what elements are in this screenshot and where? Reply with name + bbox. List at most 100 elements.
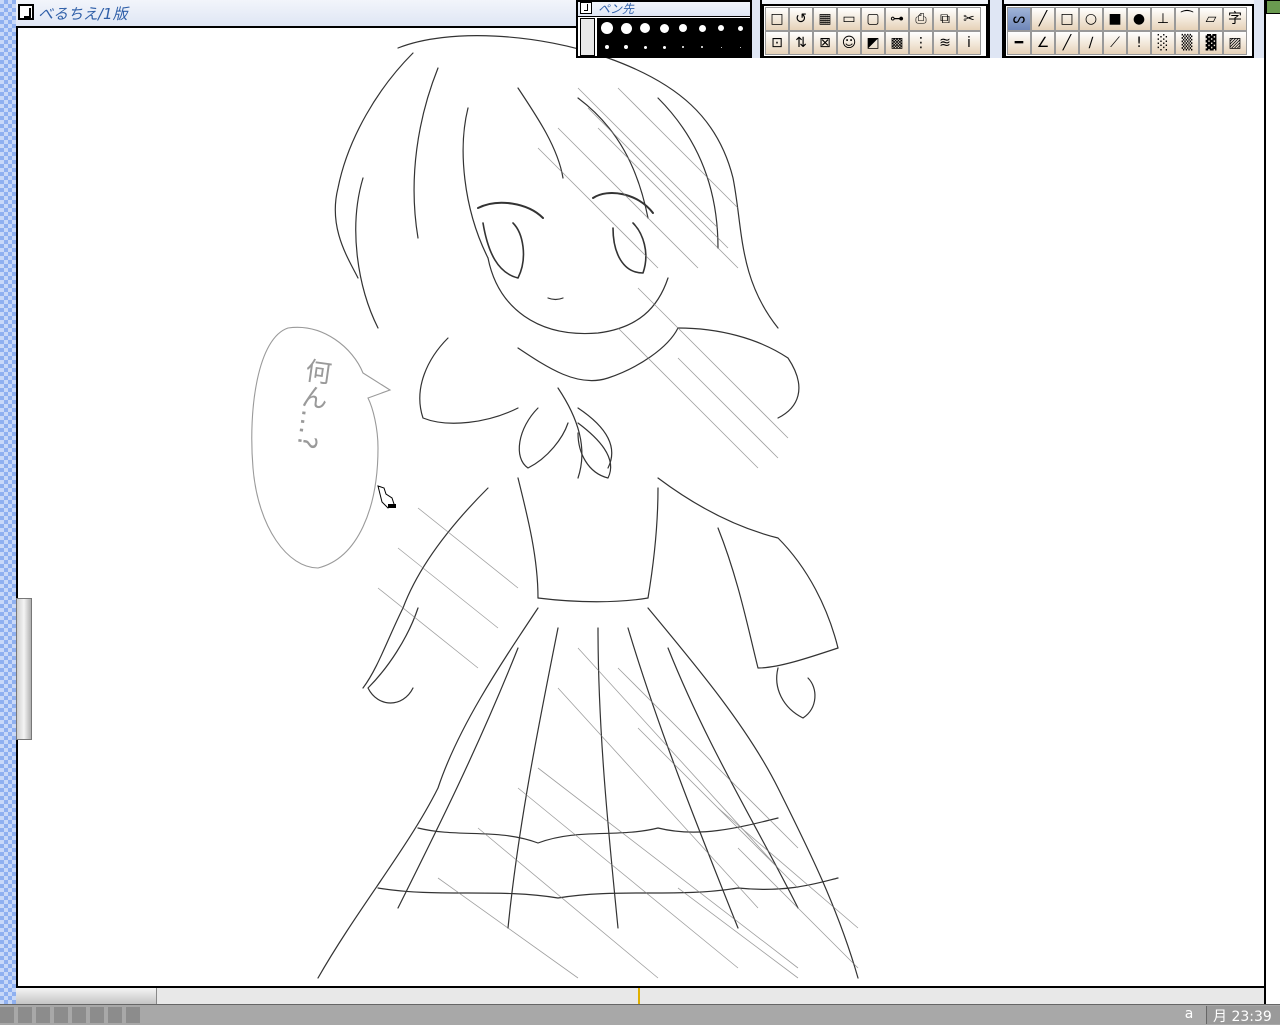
draw-tool-button[interactable]: ╱ bbox=[1031, 7, 1055, 31]
taskbar-item[interactable] bbox=[108, 1007, 122, 1023]
pen-size-option[interactable] bbox=[693, 19, 711, 37]
window-title: べるちえ/1版 bbox=[38, 5, 128, 23]
tool-button[interactable]: ⋮ bbox=[909, 31, 933, 55]
tool-button[interactable]: ⊡ bbox=[765, 31, 789, 55]
tool-button[interactable]: □ bbox=[765, 7, 789, 31]
pen-preview-swatch[interactable] bbox=[580, 18, 595, 56]
taskbar-item[interactable] bbox=[126, 1007, 140, 1023]
draw-tool-button[interactable]: ∠ bbox=[1031, 31, 1055, 55]
draw-tool-button[interactable]: ○ bbox=[1079, 7, 1103, 31]
scroll-position-marker bbox=[638, 988, 640, 1004]
pen-size-option[interactable] bbox=[617, 38, 635, 56]
draw-tool-button[interactable]: ! bbox=[1127, 31, 1151, 55]
taskbar-item[interactable] bbox=[36, 1007, 50, 1023]
pen-dot-icon bbox=[718, 25, 724, 31]
pen-size-option[interactable] bbox=[674, 19, 692, 37]
resize-knob-icon[interactable] bbox=[1266, 0, 1280, 14]
draw-tool-button[interactable]: ● bbox=[1127, 7, 1151, 31]
taskbar: a 月 23:39 bbox=[0, 1004, 1280, 1025]
pen-size-option[interactable] bbox=[693, 38, 711, 56]
drawing-tools-palette: ᔕ ╱ □ ○ ■ ● ⊥ ⁀ ▱ 字 ━ ∠ ╱ ∕ ⟋! ░ ▒ ▓ ▨ bbox=[1004, 4, 1254, 58]
pen-size-option[interactable] bbox=[655, 19, 673, 37]
draw-tool-button[interactable]: ■ bbox=[1103, 7, 1127, 31]
pen-size-option[interactable] bbox=[731, 38, 749, 56]
pen-size-option[interactable] bbox=[636, 19, 654, 37]
palette-divider bbox=[752, 0, 762, 58]
pen-dot-icon bbox=[640, 23, 650, 33]
pen-size-option[interactable] bbox=[598, 38, 616, 56]
tool-button[interactable]: ⧉ bbox=[933, 7, 957, 31]
tool-button[interactable]: i bbox=[957, 31, 981, 55]
draw-tool-button[interactable]: ⊥ bbox=[1151, 7, 1175, 31]
drawing-window: べるちえ/1版 何ん…? bbox=[16, 0, 1264, 1004]
pen-tip-palette: ペン先 bbox=[576, 0, 752, 58]
draw-tool-button[interactable]: ᔕ bbox=[1007, 7, 1031, 31]
draw-tool-button[interactable]: ━ bbox=[1007, 31, 1031, 55]
pen-size-option[interactable] bbox=[636, 38, 654, 56]
pen-size-option[interactable] bbox=[617, 19, 635, 37]
drawing-canvas[interactable]: 何ん…? bbox=[16, 28, 1264, 986]
taskbar-clock: 月 23:39 bbox=[1206, 1006, 1280, 1025]
draw-tool-button[interactable]: ▓ bbox=[1199, 31, 1223, 55]
pen-dot-icon bbox=[601, 22, 613, 34]
pen-dot-icon bbox=[739, 46, 741, 48]
horizontal-scroll-thumb[interactable] bbox=[16, 988, 157, 1004]
pen-size-option[interactable] bbox=[712, 19, 730, 37]
speech-bubble-text: 何ん…? bbox=[290, 356, 333, 451]
tool-button[interactable]: ▭ bbox=[837, 7, 861, 31]
pen-dot-icon bbox=[643, 45, 647, 49]
tool-button[interactable]: ✂ bbox=[957, 7, 981, 31]
pen-dot-icon bbox=[720, 46, 722, 48]
tool-button[interactable]: ⊠ bbox=[813, 31, 837, 55]
taskbar-item[interactable] bbox=[90, 1007, 104, 1023]
pen-size-option[interactable] bbox=[674, 38, 692, 56]
taskbar-item[interactable] bbox=[72, 1007, 86, 1023]
tool-button[interactable]: ◩ bbox=[861, 31, 885, 55]
pen-palette-close-box[interactable] bbox=[580, 2, 592, 14]
draw-tool-button[interactable]: ▒ bbox=[1175, 31, 1199, 55]
tool-button[interactable]: ▩ bbox=[885, 31, 909, 55]
window-close-box[interactable] bbox=[18, 4, 34, 20]
draw-tool-button[interactable]: □ bbox=[1055, 7, 1079, 31]
tools-palette: □ ↺ ▦ ▭ ▢ ⊶ ⎙ ⧉ ✂ ⊡ ⇅ ⊠ ☺ ◩ ▩ ⋮ ≋ i bbox=[762, 4, 988, 58]
input-mode-indicator[interactable]: a bbox=[1176, 1006, 1202, 1024]
pen-size-option[interactable] bbox=[598, 19, 616, 37]
pen-palette-titlebar[interactable]: ペン先 bbox=[578, 2, 750, 17]
tool-button[interactable]: ⇅ bbox=[789, 31, 813, 55]
right-window-edge bbox=[1264, 0, 1280, 1004]
draw-tool-button[interactable]: ⟋ bbox=[1103, 31, 1127, 55]
draw-tool-button[interactable]: ∕ bbox=[1079, 31, 1103, 55]
tool-button[interactable]: ⎙ bbox=[909, 7, 933, 31]
draw-tool-button[interactable]: ▨ bbox=[1223, 31, 1247, 55]
pen-dot-icon bbox=[624, 45, 628, 49]
vertical-scrollbar[interactable] bbox=[16, 26, 32, 740]
desktop-background bbox=[0, 0, 16, 1024]
tool-button[interactable]: ↺ bbox=[789, 7, 813, 31]
hand-cursor-icon bbox=[377, 485, 396, 509]
draw-tool-button[interactable]: 字 bbox=[1223, 7, 1247, 31]
pen-size-option[interactable] bbox=[712, 38, 730, 56]
tool-button[interactable]: ▢ bbox=[861, 7, 885, 31]
taskbar-item[interactable] bbox=[54, 1007, 68, 1023]
draw-tool-button[interactable]: ⁀ bbox=[1175, 7, 1199, 31]
taskbar-item[interactable] bbox=[0, 1007, 14, 1023]
taskbar-items bbox=[0, 1007, 144, 1023]
tool-button[interactable]: ⊶ bbox=[885, 7, 909, 31]
draw-tool-button[interactable]: ▱ bbox=[1199, 7, 1223, 31]
tool-button[interactable]: ☺ bbox=[837, 31, 861, 55]
tool-button[interactable]: ▦ bbox=[813, 7, 837, 31]
draw-tool-button[interactable]: ░ bbox=[1151, 31, 1175, 55]
pen-dot-icon bbox=[701, 46, 703, 48]
tool-button[interactable]: ≋ bbox=[933, 31, 957, 55]
vertical-scroll-thumb[interactable] bbox=[16, 598, 32, 740]
pen-size-option[interactable] bbox=[655, 38, 673, 56]
pen-dot-icon bbox=[682, 46, 684, 48]
horizontal-scrollbar[interactable] bbox=[16, 986, 1264, 1006]
pen-size-option[interactable] bbox=[731, 19, 749, 37]
pen-dot-icon bbox=[737, 25, 743, 31]
pen-dot-icon bbox=[605, 45, 609, 49]
sketch-artwork: 何ん…? bbox=[251, 35, 859, 979]
pen-dot-icon bbox=[679, 24, 687, 32]
taskbar-item[interactable] bbox=[18, 1007, 32, 1023]
draw-tool-button[interactable]: ╱ bbox=[1055, 31, 1079, 55]
